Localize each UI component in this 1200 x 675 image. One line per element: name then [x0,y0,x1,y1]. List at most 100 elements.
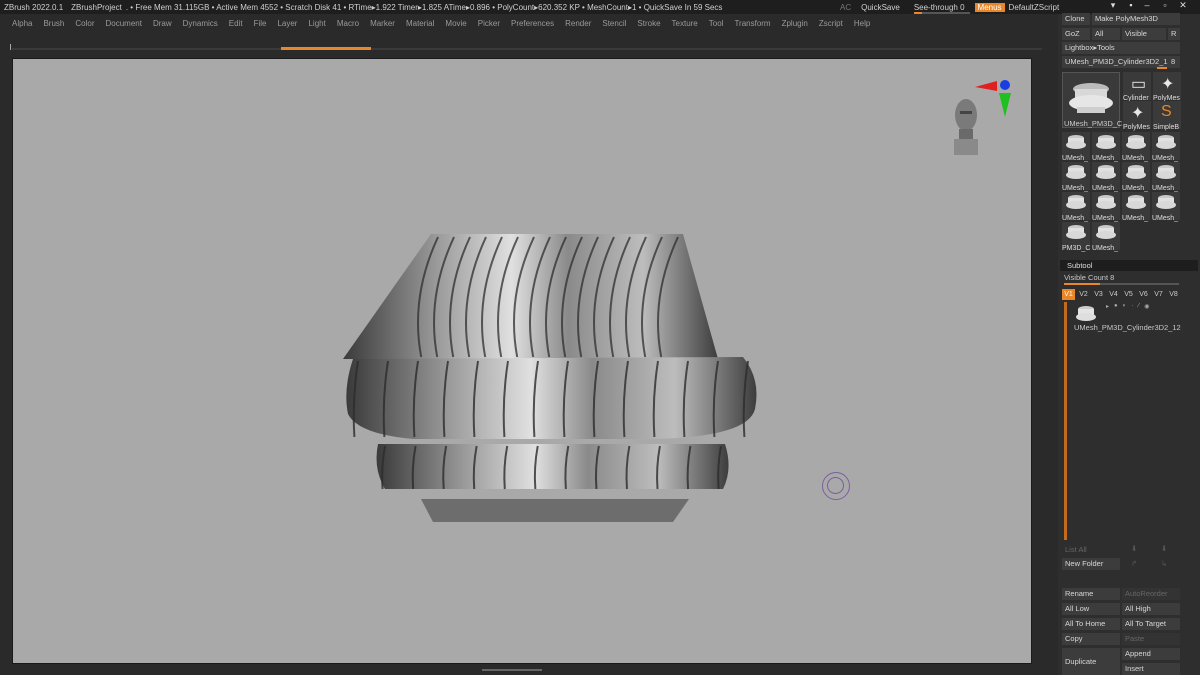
tool-thumb[interactable]: UMesh_ [1122,132,1150,162]
visibility-tab-v4[interactable]: V4 [1107,289,1120,300]
tool-thumb[interactable]: UMesh_ [1092,222,1120,252]
left-tray[interactable] [0,58,12,668]
visible-count-slider[interactable] [1064,283,1179,285]
all-button[interactable]: All [1092,28,1120,40]
move-icon[interactable]: ↳ [1161,559,1167,568]
menu-color[interactable]: Color [75,19,94,28]
zscript-button[interactable]: DefaultZScript [1009,3,1060,12]
make-polymesh-button[interactable]: Make PolyMesh3D [1092,13,1180,25]
subtool-scrollbar[interactable] [1064,302,1067,540]
visibility-tab-v8[interactable]: V8 [1167,289,1180,300]
menu-brush[interactable]: Brush [43,19,64,28]
lightbox-tools-button[interactable]: Lightbox▸Tools [1062,42,1180,54]
subtool-header[interactable]: Subtool [1060,260,1198,271]
menu-help[interactable]: Help [854,19,870,28]
insert-button[interactable]: Insert [1122,663,1180,675]
menu-stroke[interactable]: Stroke [637,19,660,28]
all-low-button[interactable]: All Low [1062,603,1120,615]
tool-thumb[interactable]: UMesh_ [1092,132,1120,162]
tool-thumb[interactable]: UMesh_ [1092,162,1120,192]
rename-button[interactable]: Rename [1062,588,1120,600]
visibility-tab-v2[interactable]: V2 [1077,289,1090,300]
axis-gizmo-icon[interactable] [975,77,1015,119]
tool-thumb[interactable]: ✦ PolyMes [1153,72,1181,102]
tool-thumb[interactable]: S SimpleB [1153,101,1181,131]
subtool-toggles[interactable]: ▸ ● ◐ · ∕ ◉ [1106,303,1182,311]
tool-thumb[interactable]: UMesh_ [1122,162,1150,192]
tool-thumb[interactable]: PM3D_C [1062,222,1090,252]
seethrough-slider[interactable]: See-through 0 [913,3,970,14]
restore-icon[interactable]: ▫ [1158,0,1172,14]
eye-icon: ◉ [1144,304,1150,310]
visible-button[interactable]: Visible [1122,28,1166,40]
menu-texture[interactable]: Texture [672,19,698,28]
duplicate-button[interactable]: Duplicate [1062,648,1120,675]
tool-thumb[interactable]: UMesh_ [1152,192,1180,222]
all-high-button[interactable]: All High [1122,603,1180,615]
visibility-tab-v6[interactable]: V6 [1137,289,1150,300]
menu-edit[interactable]: Edit [229,19,243,28]
menu-dynamics[interactable]: Dynamics [183,19,218,28]
tool-thumb[interactable]: UMesh_ [1062,132,1090,162]
new-folder-button[interactable]: New Folder [1062,558,1120,570]
visible-count[interactable]: Visible Count 8 [1064,273,1114,282]
list-all-button[interactable]: List All [1065,545,1087,554]
autoreorder-button[interactable]: AutoReorder [1122,588,1180,600]
current-tool-slider[interactable]: UMesh_PM3D_Cylinder3D2_1 [1062,56,1168,68]
menu-draw[interactable]: Draw [153,19,172,28]
help-icon[interactable]: ▾ [1106,0,1120,14]
tool-thumb[interactable]: ▭ Cylinder [1123,72,1151,102]
move-icon[interactable]: ↱ [1131,559,1137,568]
main-tool-thumb[interactable]: UMesh_PM3D_C [1062,72,1122,128]
visibility-tab-v7[interactable]: V7 [1152,289,1165,300]
ac-button[interactable]: AC [840,3,851,12]
menu-stencil[interactable]: Stencil [602,19,626,28]
copy-button[interactable]: Copy [1062,633,1120,645]
arrow-down-icon[interactable]: ⬇ [1131,544,1137,553]
menu-layer[interactable]: Layer [277,19,297,28]
menu-zplugin[interactable]: Zplugin [782,19,808,28]
menu-zscript[interactable]: Zscript [819,19,843,28]
append-button[interactable]: Append [1122,648,1180,660]
minimize-icon[interactable]: – [1140,0,1154,14]
tool-thumb[interactable]: UMesh_ [1122,192,1150,222]
menu-render[interactable]: Render [565,19,591,28]
menu-movie[interactable]: Movie [445,19,466,28]
menu-picker[interactable]: Picker [478,19,500,28]
visibility-tab-v5[interactable]: V5 [1122,289,1135,300]
tool-thumb[interactable]: ✦ PolyMes [1123,101,1151,131]
tool-thumb[interactable]: UMesh_ [1152,162,1180,192]
arrow-down-icon[interactable]: ⬇ [1161,544,1167,553]
right-tray[interactable] [1032,58,1058,668]
tool-thumb[interactable]: UMesh_ [1062,162,1090,192]
close-icon[interactable]: ✕ [1176,0,1190,14]
quicksave-button[interactable]: QuickSave [861,3,900,12]
paste-button[interactable]: Paste [1122,633,1180,645]
canvas-viewport[interactable] [12,58,1032,664]
menu-tool[interactable]: Tool [709,19,724,28]
menu-file[interactable]: File [254,19,267,28]
menu-marker[interactable]: Marker [370,19,395,28]
tool-thumb-label: UMesh_ [1152,155,1179,162]
clone-button[interactable]: Clone [1062,13,1090,25]
menus-toggle[interactable]: Menus [974,2,1005,12]
subtool-item[interactable]: ▸ ● ◐ · ∕ ◉ UMesh_PM3D_Cylinder3D2_12 [1070,301,1182,333]
tool-thumb[interactable]: UMesh_ [1062,192,1090,222]
layout-icon[interactable]: ▪ [1124,0,1138,14]
visibility-tab-v3[interactable]: V3 [1092,289,1105,300]
goz-button[interactable]: GoZ [1062,28,1090,40]
tool-thumb[interactable]: UMesh_ [1092,192,1120,222]
menu-document[interactable]: Document [106,19,142,28]
tool-thumb[interactable]: UMesh_ [1152,132,1180,162]
menu-alpha[interactable]: Alpha [12,19,32,28]
bottom-tray[interactable] [0,664,1058,675]
all-to-target-button[interactable]: All To Target [1122,618,1180,630]
menu-light[interactable]: Light [308,19,325,28]
r-button[interactable]: R [1168,28,1180,40]
menu-preferences[interactable]: Preferences [511,19,554,28]
visibility-tab-v1[interactable]: V1 [1062,289,1075,300]
menu-material[interactable]: Material [406,19,434,28]
menu-macro[interactable]: Macro [337,19,359,28]
menu-transform[interactable]: Transform [734,19,770,28]
all-to-home-button[interactable]: All To Home [1062,618,1120,630]
